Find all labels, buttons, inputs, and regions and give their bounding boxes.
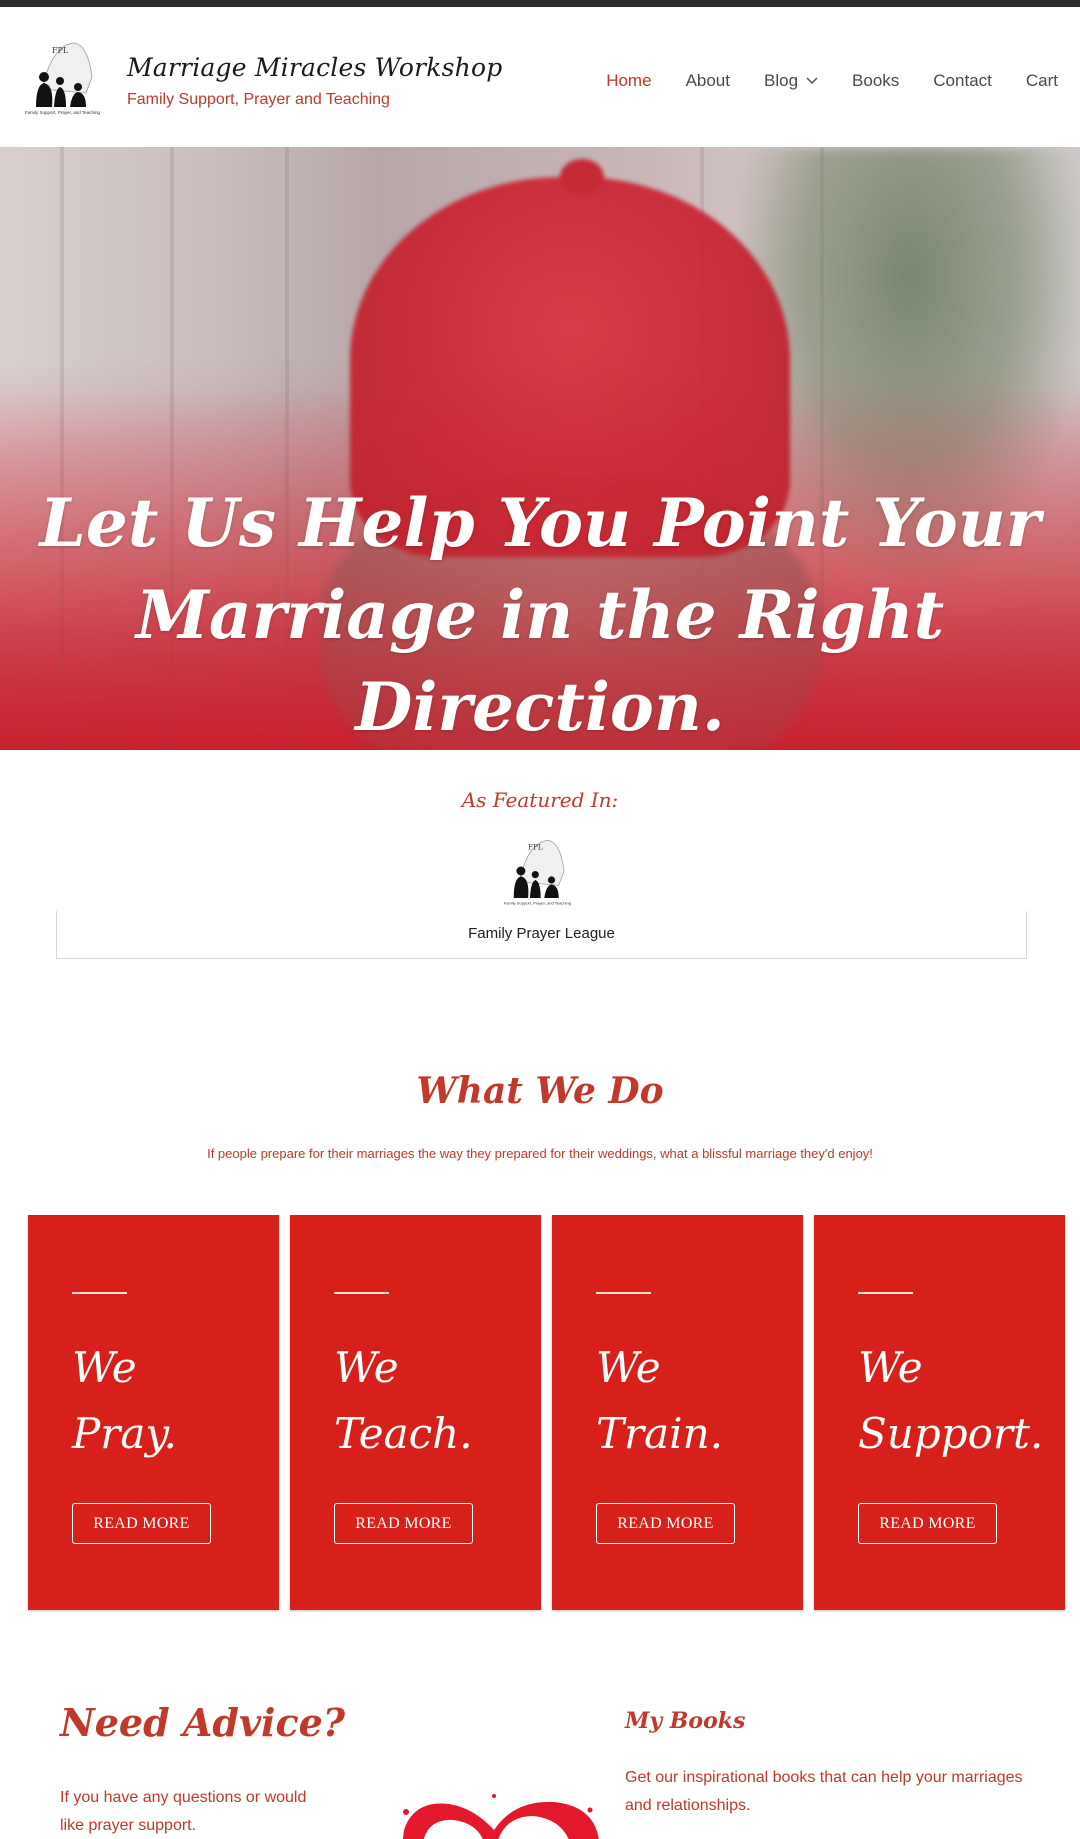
nav-label: Cart	[1025, 71, 1058, 90]
site-title[interactable]: Marriage Miracles Workshop	[127, 53, 502, 82]
hero-banner: Let Us Help You Point Your Marriage in t…	[0, 147, 1080, 750]
svg-text:Family Support, Prayer, and Te: Family Support, Prayer, and Teaching	[25, 110, 100, 115]
hero-heading-line1: Let Us Help You Point Your	[39, 484, 1041, 562]
featured-title: As Featured In:	[461, 788, 619, 812]
svg-text:Family Support, Prayer, and Te: Family Support, Prayer, and Teaching	[504, 900, 571, 905]
site-logo[interactable]: FPL Family Support, Prayer, and Teaching	[22, 37, 104, 117]
card-support: We Support. READ MORE	[814, 1215, 1065, 1610]
top-bar	[0, 0, 1080, 7]
read-more-button[interactable]: READ MORE	[858, 1503, 997, 1544]
featured-caption-card: Family Prayer League	[56, 911, 1027, 959]
nav-label: About	[685, 71, 730, 90]
my-books-text: Get our inspirational books that can hel…	[625, 1769, 1023, 1814]
site-tagline: Family Support, Prayer and Teaching	[127, 91, 390, 108]
main-nav: Home About Blog Books Contact Cart	[572, 71, 1058, 91]
nav-label: Home	[606, 71, 652, 90]
featured-caption: Family Prayer League	[468, 925, 615, 942]
service-cards: We Pray. READ MORE We Teach. READ MORE We T…	[28, 1215, 1066, 1610]
card-divider	[596, 1292, 651, 1294]
read-more-button[interactable]: READ MORE	[596, 1503, 735, 1544]
card-divider	[72, 1292, 127, 1294]
site-header: FPL Family Support, Prayer, and Teaching…	[0, 7, 1080, 147]
card-teach: We Teach. READ MORE	[290, 1215, 541, 1610]
family-prayer-league-logo-icon: FPL Family Support, Prayer, and Teaching	[25, 42, 100, 115]
card-divider	[334, 1292, 389, 1294]
my-books-title: My Books	[625, 1708, 746, 1734]
hero-heading: Let Us Help You Point Your Marriage in t…	[0, 477, 1080, 750]
card-heading: We Teach.	[334, 1343, 473, 1458]
card-pray: We Pray. READ MORE	[28, 1215, 279, 1610]
hero-heading-line2: Marriage in the Right Direction.	[135, 576, 945, 746]
read-more-button[interactable]: READ MORE	[72, 1503, 211, 1544]
nav-item-about[interactable]: About	[686, 71, 730, 91]
what-we-do-subtitle: If people prepare for their marriages th…	[207, 1146, 873, 1161]
nav-label: Contact	[933, 71, 992, 90]
need-advice-text: If you have any questions or would like …	[60, 1789, 307, 1834]
svg-text:FPL: FPL	[52, 46, 69, 55]
nav-item-cart[interactable]: Cart	[1026, 71, 1058, 91]
featured-logo[interactable]: FPL Family Support, Prayer, and Teaching	[494, 835, 582, 907]
svg-text:FPL: FPL	[528, 842, 543, 851]
family-prayer-league-logo-icon: FPL Family Support, Prayer, and Teaching	[504, 840, 571, 905]
card-divider	[858, 1292, 913, 1294]
nav-label: Blog	[764, 71, 799, 90]
nav-item-contact[interactable]: Contact	[933, 71, 992, 91]
nav-item-home[interactable]: Home	[606, 71, 651, 91]
card-heading: We Train.	[596, 1343, 723, 1458]
need-advice-title: Need Advice?	[60, 1700, 346, 1745]
read-more-button[interactable]: READ MORE	[334, 1503, 473, 1544]
nav-item-books[interactable]: Books	[852, 71, 899, 91]
what-we-do-title: What We Do	[416, 1070, 664, 1112]
chevron-down-icon[interactable]	[806, 74, 818, 88]
card-train: We Train. READ MORE	[552, 1215, 803, 1610]
card-heading: We Pray.	[72, 1343, 177, 1458]
card-heading: We Support.	[858, 1343, 1044, 1458]
hearts-icon	[394, 1790, 604, 1839]
nav-item-blog[interactable]: Blog	[764, 71, 818, 91]
nav-label: Books	[852, 71, 900, 90]
